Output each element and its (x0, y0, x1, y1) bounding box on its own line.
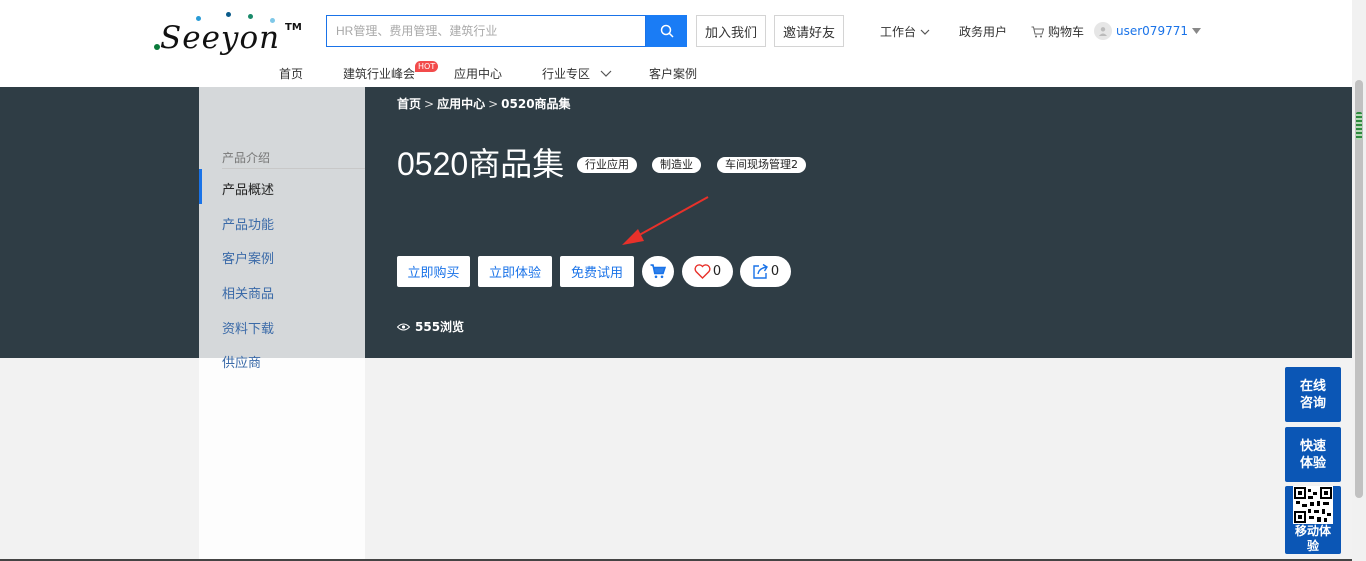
breadcrumb-home[interactable]: 首页 (397, 95, 421, 112)
username: user079771 (1116, 24, 1188, 38)
experience-now-button[interactable]: 立即体验 (478, 256, 552, 287)
like-count: 0 (712, 264, 722, 279)
share-button[interactable]: 0 (740, 256, 791, 287)
nav-app-center[interactable]: 应用中心 (454, 65, 502, 82)
scrollbar-thumb[interactable] (1355, 80, 1363, 498)
logo-text: Seeyon (160, 20, 281, 56)
search-input[interactable] (327, 16, 645, 46)
breadcrumb-separator: > (488, 96, 499, 111)
logo-dot (248, 14, 253, 19)
product-tag[interactable]: 车间现场管理2 (717, 157, 806, 173)
share-count: 0 (770, 264, 780, 279)
search-icon (660, 24, 674, 38)
nav-construction-summit[interactable]: 建筑行业峰会 (343, 65, 415, 82)
product-tag[interactable]: 行业应用 (577, 157, 637, 173)
join-us-button[interactable]: 加入我们 (696, 15, 766, 47)
workbench-menu[interactable]: 工作台 (880, 23, 930, 40)
logo-trademark: TM (285, 22, 302, 33)
sidebar-item-overview[interactable]: 产品概述 (222, 179, 274, 198)
breadcrumb-app-center[interactable]: 应用中心 (437, 95, 485, 112)
nav-home[interactable]: 首页 (279, 65, 303, 82)
page-title: 0520商品集 (397, 146, 565, 182)
cart-icon (650, 264, 666, 279)
caret-down-icon (1191, 28, 1201, 34)
chevron-down-icon (920, 29, 930, 35)
qr-code-icon (1293, 486, 1333, 524)
nav-customer-cases[interactable]: 客户案例 (649, 65, 697, 82)
logo-dot (226, 12, 231, 17)
workbench-label: 工作台 (880, 25, 917, 39)
sidebar-item-related[interactable]: 相关商品 (222, 283, 274, 302)
mobile-experience-button[interactable]: 移动体验 (1285, 486, 1341, 554)
sidebar-heading: 产品介绍 (222, 151, 271, 165)
sidebar-item-supplier[interactable]: 供应商 (222, 352, 261, 371)
free-trial-button[interactable]: 免费试用 (560, 256, 634, 287)
product-tag[interactable]: 制造业 (652, 157, 701, 173)
quick-experience-label: 快速体验 (1299, 438, 1326, 471)
cart-link[interactable]: 购物车 (1031, 23, 1084, 40)
active-indicator (199, 169, 202, 204)
top-header: Seeyon TM 加入我们 邀请好友 工作台 政务用户 购物车 user079… (0, 0, 1352, 87)
breadcrumb: 首页 > 应用中心 > 0520商品集 (397, 95, 571, 112)
like-button[interactable]: 0 (682, 256, 733, 287)
red-arrow-annotation (622, 196, 709, 245)
avatar (1094, 22, 1112, 40)
view-count-label: 555浏览 (415, 320, 465, 334)
heart-icon (694, 264, 711, 279)
gov-user-link[interactable]: 政务用户 (959, 23, 1007, 40)
user-menu[interactable]: user079771 (1094, 22, 1201, 40)
share-icon (753, 263, 768, 279)
chevron-down-icon (600, 70, 612, 77)
search-box (326, 15, 646, 47)
breadcrumb-separator: > (424, 96, 435, 111)
page-scrollbar[interactable] (1352, 0, 1366, 561)
quick-experience-button[interactable]: 快速体验 (1285, 427, 1341, 482)
online-consult-label: 在线咨询 (1299, 378, 1326, 411)
sidebar-divider (222, 168, 365, 169)
cart-icon (1031, 26, 1044, 37)
breadcrumb-current: 0520商品集 (501, 97, 571, 111)
view-count: 555浏览 (397, 318, 464, 335)
invite-friends-button[interactable]: 邀请好友 (774, 15, 844, 47)
nav-industry-zone[interactable]: 行业专区 (542, 65, 612, 82)
sidebar-item-cases[interactable]: 客户案例 (222, 248, 274, 267)
eye-icon (397, 323, 410, 330)
search-button[interactable] (646, 15, 687, 47)
scrollbar-grip (1356, 112, 1362, 140)
user-icon (1099, 27, 1107, 36)
sidebar-item-features[interactable]: 产品功能 (222, 214, 274, 233)
product-sidebar: 产品介绍 产品概述 产品功能 客户案例 相关商品 资料下载 供应商 (199, 87, 365, 561)
buy-now-button[interactable]: 立即购买 (397, 256, 470, 287)
add-to-cart-button[interactable] (642, 256, 674, 287)
nav-industry-zone-label: 行业专区 (542, 67, 591, 81)
hot-badge: HOT (415, 61, 439, 72)
mobile-experience-label: 移动体验 (1294, 524, 1331, 553)
seeyon-logo[interactable]: Seeyon TM (152, 10, 302, 56)
cart-label: 购物车 (1048, 25, 1085, 39)
sidebar-item-downloads[interactable]: 资料下载 (222, 318, 274, 337)
online-consult-button[interactable]: 在线咨询 (1285, 367, 1341, 422)
